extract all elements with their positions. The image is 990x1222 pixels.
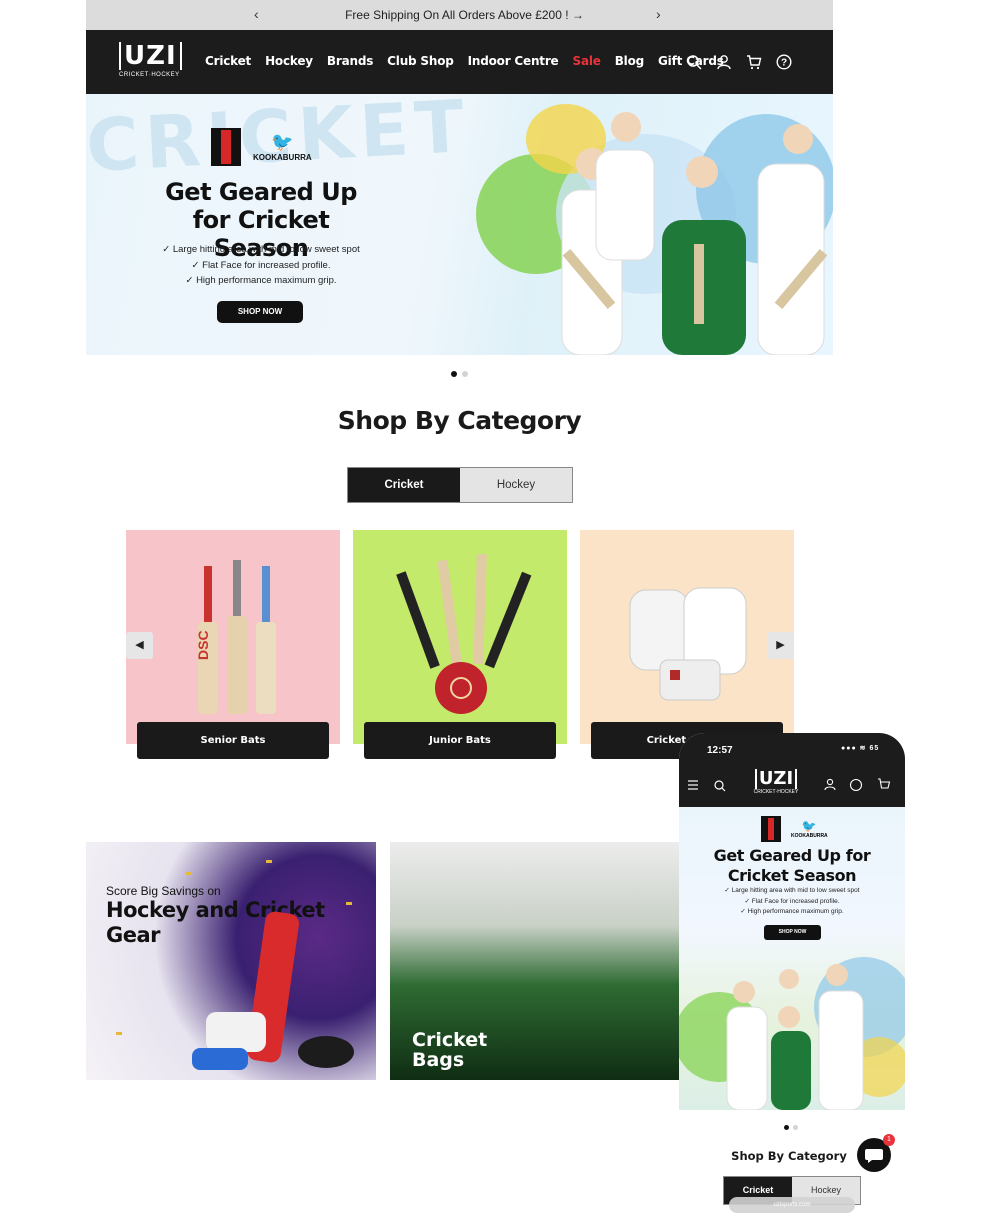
nav-indoor-centre[interactable]: Indoor Centre [468, 54, 559, 68]
search-icon[interactable] [686, 54, 702, 70]
mobile-logo[interactable]: UZI CRICKET·HOCKEY [752, 769, 800, 796]
nav-brands[interactable]: Brands [327, 54, 373, 68]
shop-by-category-title: Shop By Category [337, 406, 582, 435]
chat-badge: 1 [883, 1134, 895, 1146]
tab-cricket[interactable]: Cricket [348, 468, 460, 502]
desktop-page: ‹ Free Shipping On All Orders Above £200… [86, 0, 833, 1080]
promo-card-savings[interactable]: Score Big Savings on Hockey and Cricket … [86, 842, 376, 1080]
mobile-logo-sub: CRICKET·HOCKEY [753, 789, 799, 795]
announcement-next-icon[interactable]: › [656, 6, 661, 22]
category-card-senior-bats[interactable]: DSC [126, 530, 340, 744]
svg-text:?: ? [781, 58, 787, 69]
mobile-hero-banner[interactable]: 🐦 KOOKABURRA Get Geared Up for Cricket Se… [679, 807, 905, 1110]
hero-bullet: ✓ High performance maximum grip. [185, 275, 337, 286]
hero-bullet: ✓ Flat Face for increased profile. [191, 259, 331, 271]
hero-brand-logos: 🐦 KOOKABURRA [211, 128, 312, 166]
category-card-junior-bats[interactable] [353, 530, 567, 744]
nav-hockey[interactable]: Hockey [265, 54, 313, 68]
tab-hockey[interactable]: Hockey [460, 468, 572, 502]
carousel-dot[interactable] [462, 371, 468, 377]
mobile-url-bar[interactable]: uzisports.com [729, 1197, 855, 1213]
mobile-help-icon[interactable] [848, 774, 864, 796]
gray-nicolls-logo [211, 128, 241, 166]
announcement-bar: ‹ Free Shipping On All Orders Above £200… [86, 0, 833, 30]
mobile-cart-icon[interactable] [875, 774, 893, 796]
kookaburra-logo-label: KOOKABURRA [253, 153, 312, 162]
logo-subtitle: CRICKET·HOCKEY [119, 72, 180, 78]
hero-carousel-dots [451, 371, 468, 377]
carousel-dot-active[interactable] [451, 371, 457, 377]
help-icon[interactable]: ? [776, 54, 792, 70]
mobile-carousel-dot[interactable] [793, 1125, 798, 1130]
mobile-status-bar: 12:57 ●●● ≋ 65 [679, 733, 905, 766]
hero-players-image [466, 94, 833, 355]
mobile-carousel-dots [784, 1125, 798, 1130]
user-icon[interactable] [716, 54, 732, 70]
chat-button[interactable]: 1 [857, 1134, 895, 1172]
mobile-signal: ●●● ≋ 65 [841, 745, 880, 752]
mobile-carousel-dot-active[interactable] [784, 1125, 789, 1130]
nav-cricket[interactable]: Cricket [205, 54, 251, 68]
main-nav: Cricket Hockey Brands Club Shop Indoor C… [205, 54, 738, 68]
promo-card-cricket-bags[interactable]: Cricket Bags [390, 842, 690, 1080]
hero-banner[interactable]: CRICKET 🐦 KOOKABURRA Get Geared Up for Cr… [86, 94, 833, 355]
nav-blog[interactable]: Blog [615, 54, 644, 68]
menu-icon[interactable] [679, 766, 707, 807]
promo-bags-title: Cricket Bags [412, 1029, 488, 1071]
header-icons: ? [686, 54, 792, 70]
carousel-prev-icon[interactable]: ◀ [126, 632, 153, 659]
nav-club-shop[interactable]: Club Shop [387, 54, 454, 68]
nav-sale[interactable]: Sale [573, 54, 601, 68]
mobile-header: UZI CRICKET·HOCKEY [679, 766, 905, 807]
site-header: UZI CRICKET·HOCKEY Cricket Hockey Brands… [86, 30, 833, 94]
category-button-senior-bats[interactable]: Senior Bats [137, 722, 329, 759]
mobile-hero-players-image [679, 957, 905, 1110]
cart-icon[interactable] [746, 54, 762, 70]
site-logo[interactable]: UZI CRICKET·HOCKEY [119, 42, 182, 84]
mobile-time: 12:57 [707, 745, 733, 756]
mobile-logo-mark: UZI [754, 769, 798, 789]
mobile-user-icon[interactable] [822, 774, 838, 796]
logo-mark: UZI [119, 42, 182, 70]
category-button-junior-bats[interactable]: Junior Bats [364, 722, 556, 759]
shop-now-button[interactable]: SHOP NOW [217, 301, 303, 323]
category-tabs: Cricket Hockey [347, 467, 573, 503]
kookaburra-logo: 🐦 KOOKABURRA [253, 132, 312, 162]
announcement-message[interactable]: Free Shipping On All Orders Above £200 !… [86, 8, 843, 22]
svg-text:DSC: DSC [195, 630, 211, 660]
hero-bullets: ✓ Large hitting area with mid to low swe… [156, 242, 366, 289]
carousel-next-icon[interactable]: ▶ [767, 632, 794, 659]
hero-bullet: ✓ Large hitting area with mid to low swe… [162, 244, 360, 255]
category-card-cricket-gloves[interactable] [580, 530, 794, 744]
mobile-search-icon[interactable] [711, 774, 729, 796]
